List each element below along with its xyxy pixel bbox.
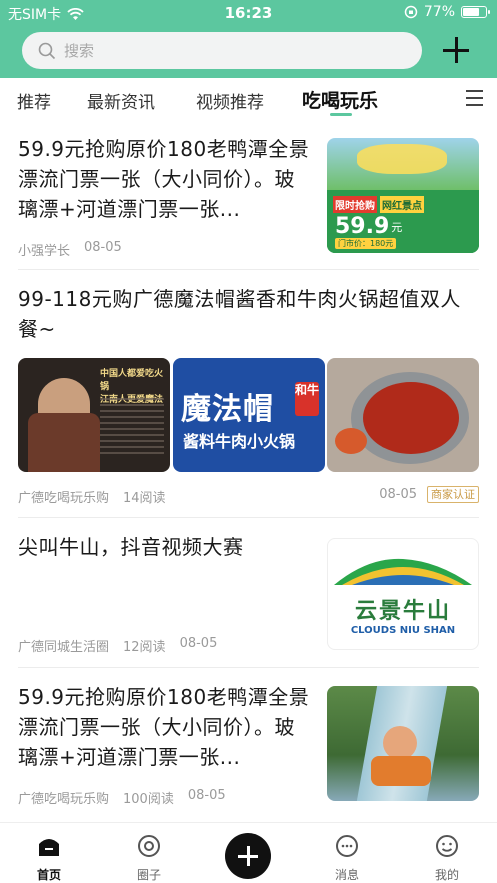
card-image: 魔法帽 和牛 酱料牛肉小火锅	[173, 358, 325, 472]
nav-home[interactable]: 首页	[19, 833, 79, 883]
tab-video[interactable]: 视频推荐	[196, 88, 264, 113]
publish-button[interactable]	[225, 833, 271, 879]
battery-fill	[463, 8, 479, 16]
side-dish	[335, 428, 367, 454]
caption-line: 中国人都爱吃火锅	[100, 369, 164, 392]
poster-tag: 限时抢购	[333, 196, 377, 213]
card-date: 08-05	[84, 240, 122, 255]
person-head	[383, 726, 417, 760]
card-title: 59.9元抢购原价180老鸭潭全景漂流门票一张（大小同价）。玻璃漂+河道漂门票一…	[18, 685, 310, 769]
poster-price: 59.9 元	[335, 214, 402, 239]
card-date: 08-05	[187, 788, 226, 803]
nav-label: 我的	[434, 868, 459, 882]
nav-profile[interactable]: 我的	[417, 833, 477, 883]
profile-icon	[436, 835, 458, 857]
card-reads: 12阅读	[123, 640, 166, 655]
message-icon	[336, 835, 358, 857]
person-clothes	[28, 413, 100, 472]
add-button[interactable]	[440, 34, 472, 66]
logo-title: 魔法帽	[181, 392, 274, 427]
menu-icon[interactable]	[466, 90, 483, 106]
card-thumbnail: 云景牛山 CLOUDS NIU SHAN	[327, 538, 479, 650]
status-bar: 无SIM卡 16:23 77%	[0, 0, 497, 26]
orientation-lock-icon	[404, 5, 418, 19]
poster-tags: 限时抢购 网红景点	[333, 196, 424, 213]
card-author: 广德同城生活圈	[18, 640, 110, 655]
battery-percent: 77%	[423, 4, 455, 20]
card-author: 小强学长	[18, 244, 71, 259]
search-icon	[38, 42, 56, 59]
poster-price-unit: 元	[391, 221, 403, 234]
card-author: 广德吃喝玩乐购	[18, 792, 110, 807]
nav-label: 首页	[36, 868, 61, 882]
mountain-logo-icon	[334, 558, 472, 585]
nav-circle[interactable]: 圈子	[119, 833, 179, 883]
bottom-nav: 首页 圈子 消息 我的	[0, 822, 497, 883]
logo-en-text: CLOUDS NIU SHAN	[350, 625, 456, 636]
card-author: 广德吃喝玩乐购	[18, 491, 110, 506]
card-title: 99-118元购广德魔法帽酱香和牛肉火锅超值双人餐~	[18, 287, 461, 341]
card-title: 尖叫牛山，抖音视频大赛	[18, 535, 244, 559]
nav-label: 消息	[334, 868, 359, 882]
card-date: 08-05	[179, 636, 218, 651]
tab-latest-news[interactable]: 最新资讯	[87, 88, 155, 113]
logo-subtitle: 酱料牛肉小火锅	[183, 432, 296, 451]
search-placeholder: 搜索	[64, 42, 95, 60]
category-tabs: 推荐 最新资讯 视频推荐 吃喝玩乐	[0, 78, 497, 120]
circle-icon	[138, 835, 160, 857]
card-meta: 小强学长 08-05	[18, 240, 122, 259]
poster-ticket: 门市价：180元	[335, 238, 397, 249]
seal-badge: 和牛	[295, 382, 319, 416]
tab-recommend[interactable]: 推荐	[17, 88, 51, 113]
card-thumbnail: 限时抢购 网红景点 59.9 元 门市价：180元	[327, 138, 479, 253]
raft-shape	[357, 144, 447, 174]
poster-price-value: 59.9	[335, 214, 390, 239]
battery-icon	[461, 6, 490, 18]
card-reads: 100阅读	[123, 792, 174, 807]
active-tab-indicator	[330, 113, 352, 116]
header: 搜索	[0, 26, 497, 78]
card-image: 中国人都爱吃火锅 江南人更爱魔法	[18, 358, 170, 472]
tab-food-fun[interactable]: 吃喝玩乐	[302, 86, 378, 113]
hotpot-broth	[363, 382, 459, 454]
logo-cn-text: 云景牛山	[354, 599, 451, 624]
image-text-block	[100, 398, 164, 458]
home-icon	[39, 839, 59, 856]
nav-label: 圈子	[136, 868, 161, 882]
status-right: 77%	[404, 4, 490, 20]
card-thumbnail	[327, 686, 479, 801]
card-meta-right: 08-05 商家认证	[379, 486, 479, 503]
raft	[371, 756, 431, 786]
feed-card[interactable]: 59.9元抢购原价180老鸭潭全景漂流门票一张（大小同价）。玻璃漂+河道漂门票一…	[18, 120, 479, 270]
merchant-verified-badge: 商家认证	[427, 486, 479, 503]
card-title: 59.9元抢购原价180老鸭潭全景漂流门票一张（大小同价）。玻璃漂+河道漂门票一…	[18, 137, 310, 221]
card-meta: 广德同城生活圈 12阅读 08-05	[18, 636, 217, 655]
poster-tag: 网红景点	[380, 196, 424, 213]
feed-card[interactable]: 尖叫牛山，抖音视频大赛 广德同城生活圈 12阅读 08-05 云景牛山 CLOU…	[18, 518, 479, 668]
nav-messages[interactable]: 消息	[317, 833, 377, 883]
card-image	[327, 358, 479, 472]
card-meta: 广德吃喝玩乐购 100阅读 08-05	[18, 788, 226, 807]
feed-card[interactable]: 99-118元购广德魔法帽酱香和牛肉火锅超值双人餐~ 中国人都爱吃火锅 江南人更…	[18, 270, 479, 518]
feed-card[interactable]: 59.9元抢购原价180老鸭潭全景漂流门票一张（大小同价）。玻璃漂+河道漂门票一…	[18, 668, 479, 818]
card-meta: 广德吃喝玩乐购 14阅读	[18, 487, 166, 506]
card-date: 08-05	[379, 487, 417, 502]
search-bar[interactable]: 搜索	[22, 32, 422, 69]
card-reads: 14阅读	[123, 491, 166, 506]
